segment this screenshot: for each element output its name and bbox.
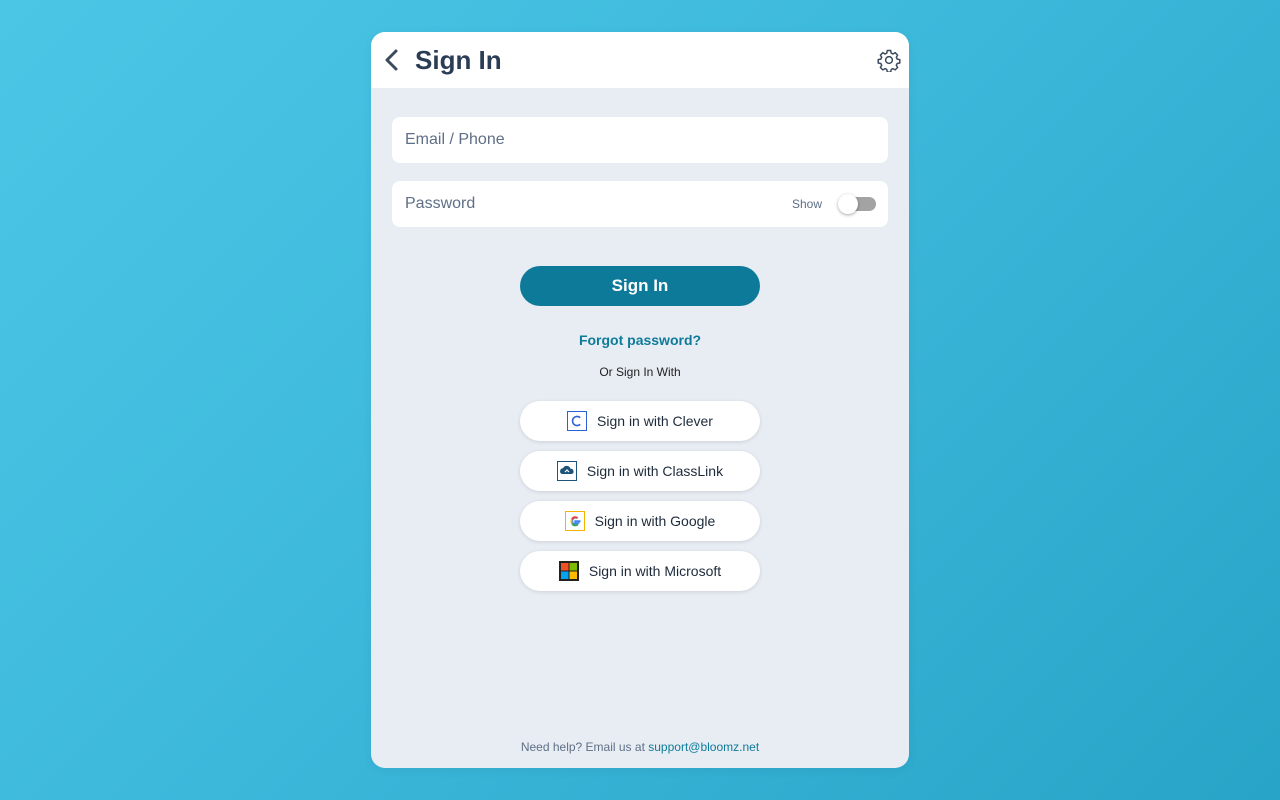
clever-icon: [567, 411, 588, 431]
forgot-password-link[interactable]: Forgot password?: [371, 332, 909, 348]
sign-in-button[interactable]: Sign In: [520, 266, 760, 306]
chevron-left-icon: [385, 49, 398, 71]
google-icon: [564, 511, 585, 531]
help-footer: Need help? Email us at support@bloomz.ne…: [371, 740, 909, 754]
classlink-signin-button[interactable]: Sign in with ClassLink: [520, 451, 760, 491]
sso-divider-text: Or Sign In With: [599, 365, 681, 379]
google-signin-label: Sign in with Google: [594, 513, 716, 529]
google-signin-button[interactable]: Sign in with Google: [520, 501, 760, 541]
microsoft-icon: [558, 561, 579, 581]
header-bar: Sign In: [371, 32, 909, 88]
page-title: Sign In: [415, 45, 502, 75]
support-email-link[interactable]: support@bloomz.net: [648, 740, 759, 754]
signin-card: Sign In Show Sign In Forgot password? Or…: [371, 32, 909, 768]
settings-button[interactable]: [877, 48, 901, 73]
password-input[interactable]: [392, 181, 785, 227]
back-button[interactable]: [381, 48, 403, 72]
password-field: Show: [392, 181, 888, 227]
microsoft-signin-button[interactable]: Sign in with Microsoft: [520, 551, 760, 591]
help-text: Need help? Email us at: [520, 740, 645, 754]
show-password-label: Show: [791, 197, 822, 211]
toggle-knob: [838, 194, 858, 214]
microsoft-signin-label: Sign in with Microsoft: [588, 563, 722, 579]
gear-icon: [877, 49, 901, 73]
email-field: [392, 117, 888, 163]
show-password-toggle[interactable]: [838, 194, 876, 214]
clever-signin-label: Sign in with Clever: [597, 413, 713, 429]
email-input[interactable]: [392, 117, 785, 163]
classlink-signin-label: Sign in with ClassLink: [586, 463, 724, 479]
clever-signin-button[interactable]: Sign in with Clever: [520, 401, 760, 441]
classlink-icon: [556, 461, 577, 481]
